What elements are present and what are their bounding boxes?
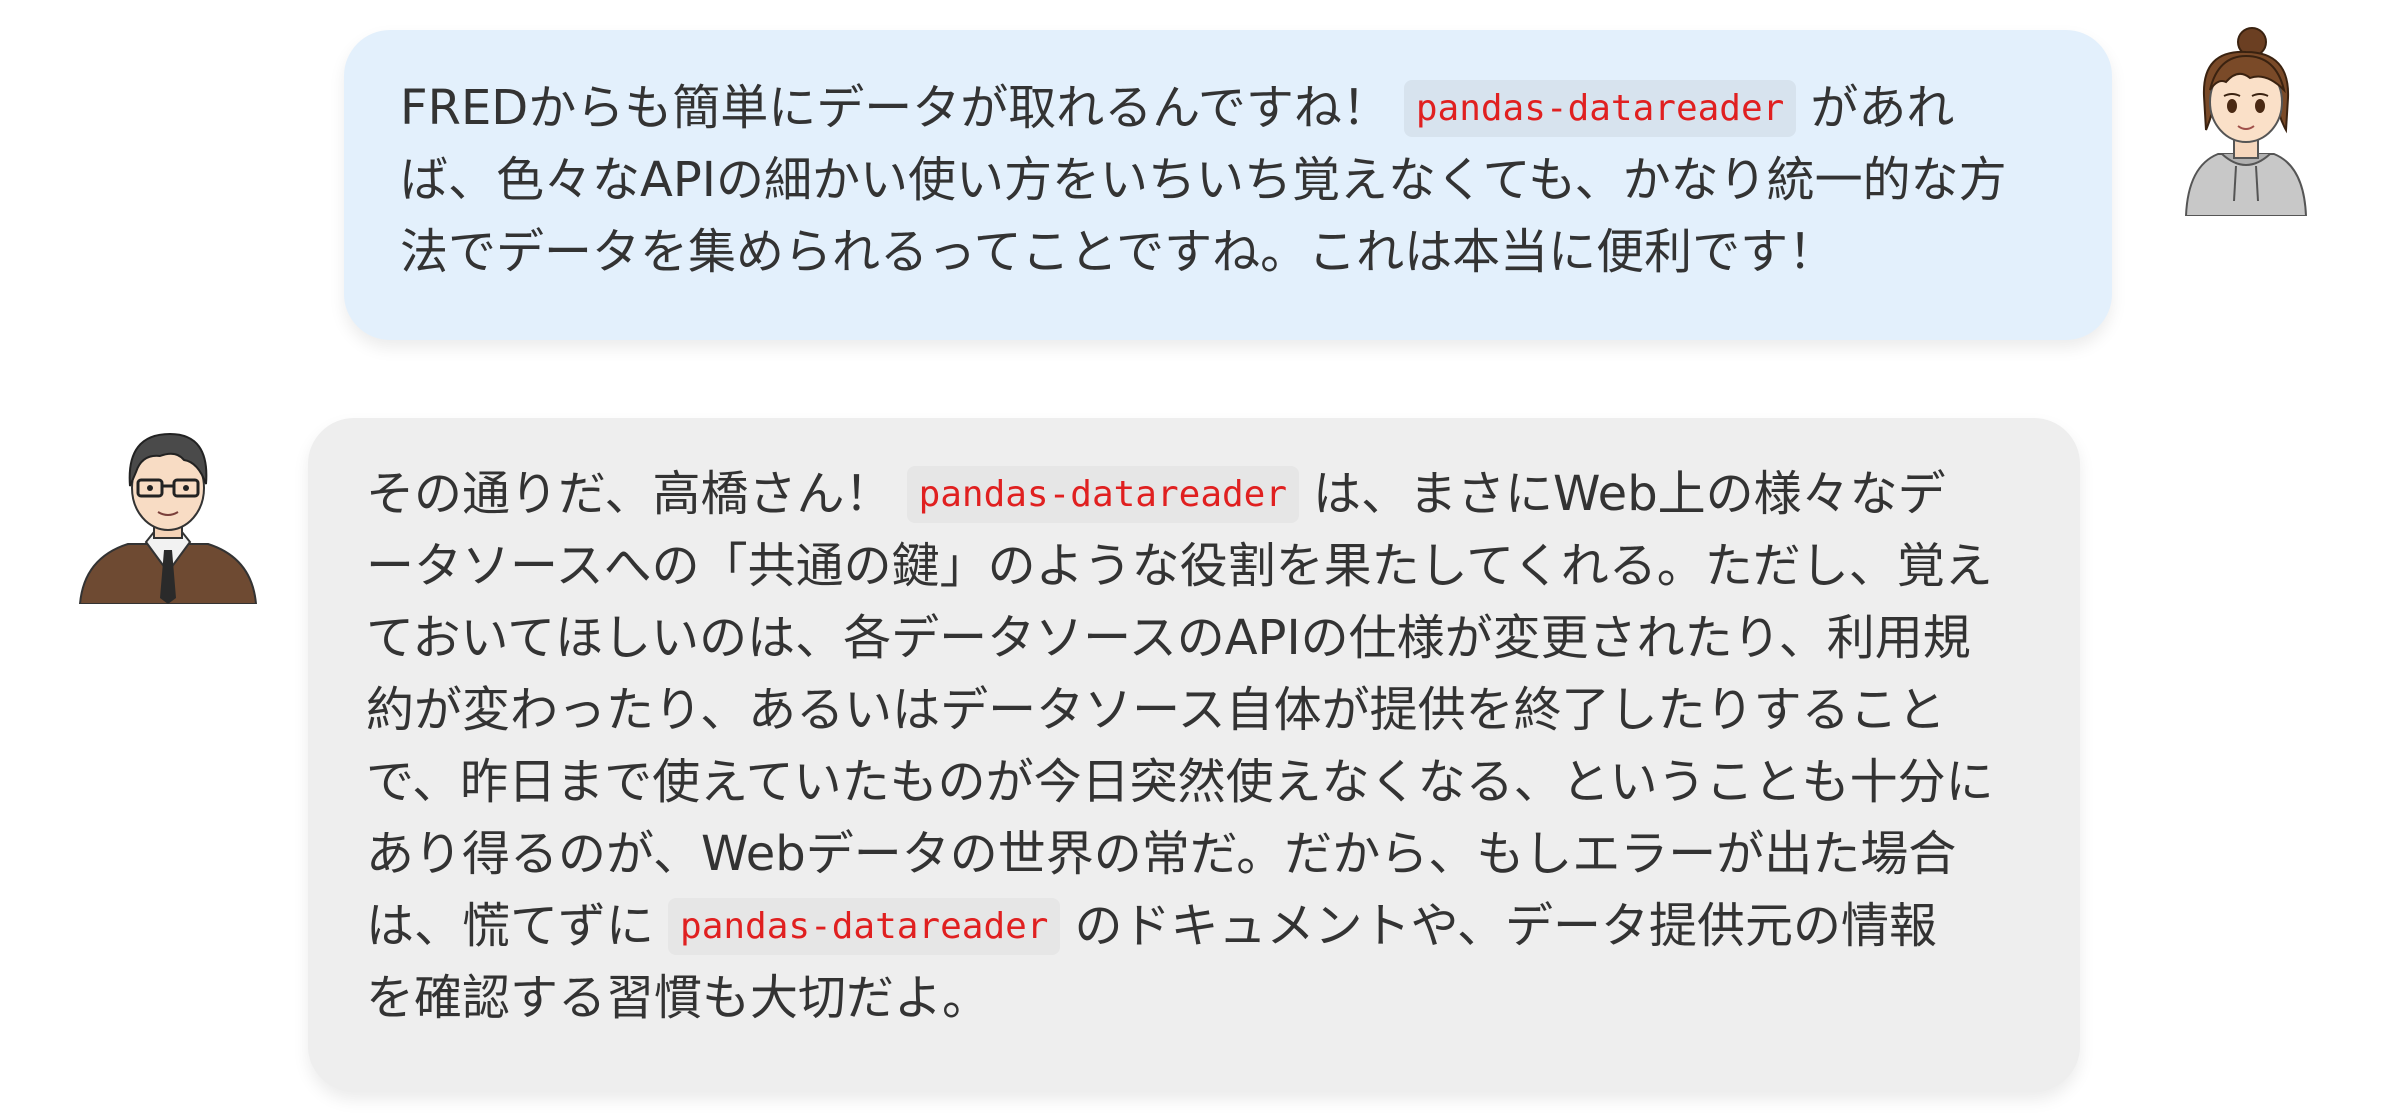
message-line: を確認する習慣も大切だよ。 [366,970,991,1026]
teacher-message-bubble: その通りだ、高橋さん！ pandas-datareader は、まさにWeb上の様々… [308,418,2080,1092]
inline-code: pandas-datareader [668,898,1061,955]
message-line: ータソースへの「共通の鍵」のような役割を果たしてくれる。ただし、覚え [366,538,1993,594]
message-line: で、昨日まで使えていたものが今日突然使えなくなる、ということも十分に [366,754,1994,810]
message-line: あり得るのが、Webデータの世界の常だ。だから、もしエラーが出た場合 [366,826,1957,882]
teacher-avatar-icon [76,422,260,605]
message-line: ておいてほしいのは、各データソースのAPIの仕様が変更されたり、利用規 [366,610,1971,666]
message-line: 法でデータを集められるってことですね。これは本当に便利です！ [400,224,1837,280]
student-message-bubble: FREDからも簡単にデータが取れるんですね！ pandas-datareader が… [344,30,2112,340]
message-line: ば、色々なAPIの細かい使い方をいちいち覚えなくても、かなり統一的な方 [400,152,2007,208]
inline-code: pandas-datareader [906,466,1300,523]
inline-code: pandas-datareader [1403,80,1797,137]
message-line: は、慌てずに pandas-datareader のドキュメントや、データ提供元の情… [366,898,1938,955]
student-avatar-icon [2178,26,2314,217]
message-line: その通りだ、高橋さん！ pandas-datareader は、まさにWeb上の様々… [366,466,1946,523]
message-line: FREDからも簡単にデータが取れるんですね！ pandas-datareader が… [400,80,1955,137]
message-line: 約が変わったり、あるいはデータソース自体が提供を終了したりすること [366,682,1946,738]
